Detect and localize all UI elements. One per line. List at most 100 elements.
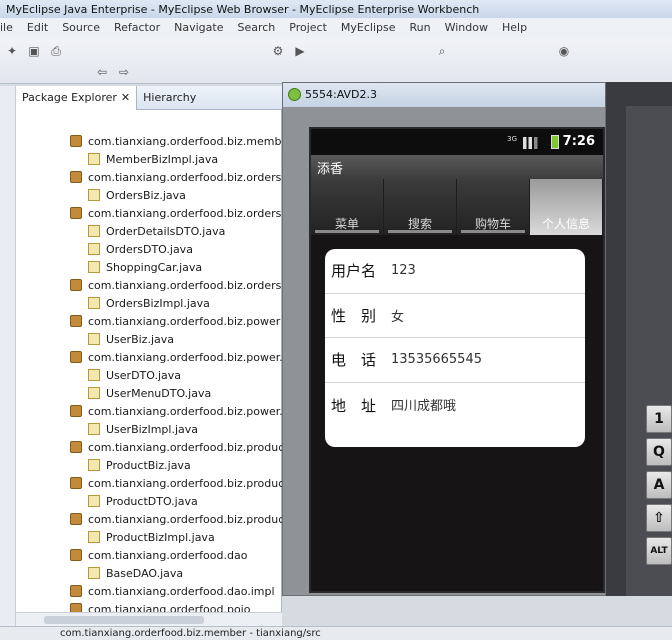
- java-file-item[interactable]: BaseDAO.java: [70, 564, 282, 582]
- menu-project[interactable]: Project: [289, 21, 327, 38]
- run-icon[interactable]: ▶: [292, 43, 308, 59]
- package-icon: [70, 135, 82, 147]
- java-file-item[interactable]: UserBiz.java: [70, 330, 282, 348]
- android-icon: [288, 88, 301, 101]
- search-icon[interactable]: ⌕: [434, 43, 450, 59]
- java-file-item[interactable]: UserDTO.java: [70, 366, 282, 384]
- tree-item-label: ShoppingCar.java: [106, 260, 203, 274]
- menu-navigate[interactable]: Navigate: [174, 21, 223, 38]
- menu-source[interactable]: Source: [62, 21, 100, 38]
- new-icon[interactable]: ✦: [4, 43, 20, 59]
- android-status-bar: 3G 7:26: [311, 129, 603, 155]
- package-item[interactable]: com.tianxiang.orderfood.biz.product: [70, 474, 282, 492]
- gender-row: 性 别 女: [325, 294, 585, 338]
- menu-myeclipse[interactable]: MyEclipse: [341, 21, 396, 38]
- phone-value: 13535665545: [391, 352, 482, 368]
- java-file-icon: [88, 333, 100, 345]
- package-item[interactable]: com.tianxiang.orderfood.dao.impl: [70, 582, 282, 600]
- package-icon: [70, 207, 82, 219]
- key-a[interactable]: A: [646, 471, 672, 499]
- package-item[interactable]: com.tianxiang.orderfood.biz.orders.i: [70, 276, 282, 294]
- tree-item-label: OrdersBizImpl.java: [106, 296, 210, 310]
- tree-item-label: com.tianxiang.orderfood.biz.power.i: [88, 404, 282, 418]
- java-file-item[interactable]: UserBizImpl.java: [70, 420, 282, 438]
- emulator-title-bar: 5554:AVD2.3: [283, 83, 605, 107]
- network-type: 3G: [507, 135, 517, 143]
- tree-item-label: com.tianxiang.orderfood.biz.product: [88, 512, 282, 526]
- package-item[interactable]: com.tianxiang.orderfood.biz.membe: [70, 132, 282, 150]
- package-icon: [70, 405, 82, 417]
- left-trim: [0, 86, 16, 626]
- package-tree: com.tianxiang.orderfood.biz.membe MemberB…: [70, 132, 282, 618]
- package-item[interactable]: com.tianxiang.orderfood.biz.product: [70, 438, 282, 456]
- tree-item-label: com.tianxiang.orderfood.dao: [88, 548, 248, 562]
- tab-search[interactable]: 搜索: [384, 179, 457, 235]
- print-icon[interactable]: ⎙: [48, 43, 64, 59]
- tree-item-label: MemberBizImpl.java: [106, 152, 219, 166]
- java-file-item[interactable]: OrdersBizImpl.java: [70, 294, 282, 312]
- tree-item-label: ProductDTO.java: [106, 494, 198, 508]
- status-bar: com.tianxiang.orderfood.biz.member - tia…: [0, 626, 672, 640]
- java-file-item[interactable]: ProductBiz.java: [70, 456, 282, 474]
- package-item[interactable]: com.tianxiang.orderfood.dao: [70, 546, 282, 564]
- menu-run[interactable]: Run: [410, 21, 431, 38]
- tree-item-label: UserMenuDTO.java: [106, 386, 212, 400]
- tree-item-label: com.tianxiang.orderfood.biz.orders: [88, 170, 282, 184]
- package-item[interactable]: com.tianxiang.orderfood.biz.power: [70, 312, 282, 330]
- emulator-window: 5554:AVD2.3 3G 7:26 添香 菜单 搜索 购物车 个人信息 用户…: [282, 82, 606, 596]
- menu-window[interactable]: Window: [445, 21, 488, 38]
- menu-refactor[interactable]: Refactor: [114, 21, 160, 38]
- menu-help[interactable]: Help: [502, 21, 527, 38]
- java-file-item[interactable]: OrdersDTO.java: [70, 240, 282, 258]
- key-q[interactable]: Q: [646, 438, 672, 466]
- horizontal-scrollbar[interactable]: [16, 612, 282, 626]
- menu-search[interactable]: Search: [237, 21, 275, 38]
- java-file-item[interactable]: UserMenuDTO.java: [70, 384, 282, 402]
- emulator-keyboard: 1 Q A ⇧ ALT: [646, 405, 672, 595]
- java-file-item[interactable]: ProductBizImpl.java: [70, 528, 282, 546]
- java-file-item[interactable]: OrderDetailsDTO.java: [70, 222, 282, 240]
- java-file-item[interactable]: ShoppingCar.java: [70, 258, 282, 276]
- tab-menu[interactable]: 菜单: [311, 179, 384, 235]
- tab-hierarchy[interactable]: Hierarchy: [137, 86, 202, 110]
- tab-profile[interactable]: 个人信息: [530, 179, 603, 235]
- phone-row: 电 话 13535665545: [325, 338, 585, 383]
- java-file-icon: [88, 189, 100, 201]
- java-file-item[interactable]: ProductDTO.java: [70, 492, 282, 510]
- package-icon: [70, 279, 82, 291]
- debug-icon[interactable]: ⚙: [270, 43, 286, 59]
- package-icon: [70, 477, 82, 489]
- package-item[interactable]: com.tianxiang.orderfood.biz.product: [70, 510, 282, 528]
- java-file-icon: [88, 387, 100, 399]
- menu-file[interactable]: ile: [0, 21, 13, 38]
- scrollbar-thumb[interactable]: [44, 616, 204, 624]
- package-item[interactable]: com.tianxiang.orderfood.biz.orders.c: [70, 204, 282, 222]
- java-file-icon: [88, 153, 100, 165]
- close-icon[interactable]: ✕: [121, 91, 130, 110]
- tree-item-label: com.tianxiang.orderfood.biz.product: [88, 476, 282, 490]
- java-file-item[interactable]: MemberBizImpl.java: [70, 150, 282, 168]
- package-item[interactable]: com.tianxiang.orderfood.biz.orders: [70, 168, 282, 186]
- tab-cart[interactable]: 购物车: [457, 179, 530, 235]
- key-alt[interactable]: ALT: [646, 537, 672, 565]
- package-item[interactable]: com.tianxiang.orderfood.biz.power.i: [70, 402, 282, 420]
- key-1[interactable]: 1: [646, 405, 672, 433]
- tab-package-explorer[interactable]: Package Explorer ✕: [16, 86, 138, 110]
- workbench-background: [282, 596, 672, 626]
- tree-item-label: com.tianxiang.orderfood.dao.impl: [88, 584, 275, 598]
- tree-item-label: com.tianxiang.orderfood.biz.membe: [88, 134, 282, 148]
- menu-edit[interactable]: Edit: [27, 21, 48, 38]
- save-icon[interactable]: ▣: [26, 43, 42, 59]
- browser-icon[interactable]: ◉: [556, 43, 572, 59]
- package-item[interactable]: com.tianxiang.orderfood.biz.power.c: [70, 348, 282, 366]
- key-shift[interactable]: ⇧: [646, 504, 672, 532]
- tree-item-label: OrdersBiz.java: [106, 188, 186, 202]
- java-file-item[interactable]: OrdersBiz.java: [70, 186, 282, 204]
- tree-item-label: com.tianxiang.orderfood.biz.power: [88, 314, 281, 328]
- forward-icon[interactable]: ⇨: [116, 64, 132, 80]
- package-icon: [70, 351, 82, 363]
- package-icon: [70, 549, 82, 561]
- java-file-icon: [88, 567, 100, 579]
- back-icon[interactable]: ⇦: [94, 64, 110, 80]
- package-explorer-view: Package Explorer ✕ Hierarchy com.tianxia…: [0, 86, 282, 626]
